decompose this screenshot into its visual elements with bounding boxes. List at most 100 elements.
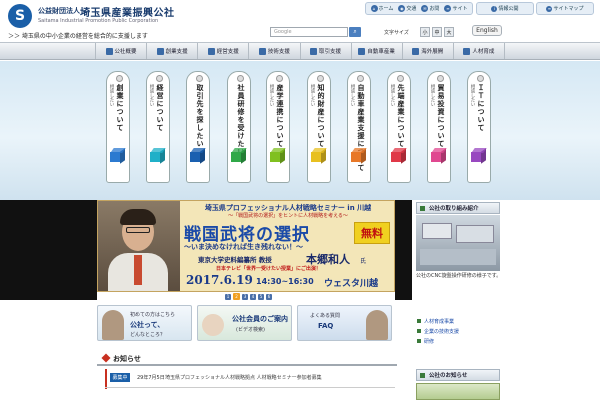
faq-banner[interactable]: よくある質問 FAQ bbox=[297, 305, 392, 341]
nav-item-global[interactable]: 海外展開 bbox=[403, 43, 454, 59]
handshake-image bbox=[198, 310, 228, 340]
consult-box-icon[interactable] bbox=[110, 148, 126, 164]
nav-item-automotive[interactable]: 自動車産業 bbox=[352, 43, 403, 59]
consult-box-icon[interactable] bbox=[270, 148, 286, 164]
font-size-large-button[interactable]: 大 bbox=[444, 27, 454, 37]
first-visit-sub: どんなところ？ bbox=[130, 332, 166, 338]
quick-link-home[interactable]: ⌂ ホーム bbox=[370, 5, 393, 12]
carousel-dots: 123456 bbox=[225, 293, 272, 300]
nav-item-training[interactable]: 人材育成 bbox=[454, 43, 505, 59]
consult-tag-label: 社員研修を受けたい bbox=[237, 84, 245, 156]
sidebar-link-tech[interactable]: 企業の技術支援 bbox=[417, 328, 504, 335]
font-size-small-button[interactable]: 小 bbox=[420, 27, 430, 37]
header-right-links: i 情報公開 ≡ サイトマップ bbox=[476, 2, 594, 15]
consult-tag-sub: 相談したい bbox=[109, 84, 114, 107]
sidebar-link-training[interactable]: 人材育成事業 bbox=[417, 318, 504, 325]
info-icon: i bbox=[491, 5, 498, 12]
font-size-medium-button[interactable]: 中 bbox=[432, 27, 442, 37]
consult-tag-8[interactable]: 先端産業について 相談したい bbox=[387, 71, 411, 183]
nav-item-trade[interactable]: 取引支援 bbox=[301, 43, 352, 59]
consult-tag-sub: 相談したい bbox=[310, 84, 315, 107]
consult-tag-2[interactable]: 経営について 相談したい bbox=[146, 71, 170, 183]
sitemap-link[interactable]: ≡ サイトマップ bbox=[536, 2, 594, 15]
consult-tag-5[interactable]: 産学連携について 相談したい bbox=[266, 71, 290, 183]
company-icon bbox=[105, 47, 113, 55]
map-icon: ◉ bbox=[398, 5, 406, 12]
banner-catchphrase: ～いま決めなければ生き残れない！～ bbox=[184, 243, 303, 251]
consult-tag-label: 貿易投資について bbox=[437, 84, 445, 148]
membership-banner[interactable]: 公社会員のご案内 (ビデオ検索) bbox=[197, 305, 292, 341]
carousel-dot-1[interactable]: 1 bbox=[225, 293, 231, 300]
staff-photo bbox=[102, 310, 124, 340]
business-icon bbox=[207, 47, 215, 55]
car-icon bbox=[358, 47, 366, 55]
quick-link-sitemap[interactable]: ≡ サイト bbox=[444, 5, 467, 12]
consult-tag-label: 産学連携について bbox=[276, 84, 284, 148]
nav-item-management[interactable]: 経営支援 bbox=[198, 43, 250, 59]
consult-tag-label: 取引先を探したい bbox=[196, 84, 204, 148]
sidebar-link-seminar[interactable]: 研修 bbox=[417, 338, 504, 345]
site-header: S 公益財団法人 埼玉県産業振興公社 Saitama Industrial Pr… bbox=[0, 0, 600, 42]
consult-tag-1[interactable]: 創業について 相談したい bbox=[106, 71, 130, 183]
first-visit-lead: 初めての方はこちら bbox=[130, 312, 176, 318]
consult-box-icon[interactable] bbox=[231, 148, 247, 164]
consult-box-icon[interactable] bbox=[311, 148, 327, 164]
consult-tag-sub: 相談したい bbox=[390, 84, 395, 107]
consult-box-icon[interactable] bbox=[471, 148, 487, 164]
search-icon: ⌕ bbox=[353, 28, 357, 35]
page: S 公益財団法人 埼玉県産業振興公社 Saitama Industrial Pr… bbox=[0, 0, 600, 400]
org-name[interactable]: 埼玉県産業振興公社 bbox=[80, 4, 175, 19]
nav-item-technology[interactable]: 技術支援 bbox=[249, 43, 301, 59]
quick-links: ⌂ ホーム ◉ 交通 ✉ お問 ≡ サイト bbox=[365, 2, 473, 15]
speaker-photo bbox=[98, 201, 180, 291]
consult-tag-label: 創業について bbox=[116, 84, 124, 132]
banner-subtitle: ～「戦国武将の選択」をヒントに人材戦略を考える～ bbox=[228, 213, 348, 219]
news-link[interactable]: 埼玉県プロフェッショナル人材戦略拠点 人材戦略セミナー参加者募集 bbox=[165, 374, 322, 381]
consult-tag-sub: 相談したい bbox=[269, 84, 274, 107]
training-photo[interactable] bbox=[416, 215, 500, 271]
consult-tag-9[interactable]: 貿易投資について 相談したい bbox=[427, 71, 451, 183]
consult-tag-sub: 相談したい bbox=[470, 84, 475, 107]
sidebar-thumbnail[interactable] bbox=[416, 383, 500, 400]
search-input[interactable]: Google bbox=[270, 27, 348, 37]
consult-tag-label: 経営について bbox=[156, 84, 164, 132]
carousel-dot-6[interactable]: 6 bbox=[266, 293, 272, 300]
carousel-dot-3[interactable]: 3 bbox=[242, 293, 248, 300]
consult-tag-7[interactable]: 自動車産業支援について 相談したい bbox=[347, 71, 371, 183]
info-disclosure-link[interactable]: i 情報公開 bbox=[476, 2, 534, 15]
consult-box-icon[interactable] bbox=[431, 148, 447, 164]
carousel-dot-2[interactable]: 2 bbox=[233, 293, 240, 300]
consult-tag-sub: 相談したい bbox=[350, 84, 355, 107]
consult-tag-3[interactable]: 取引先を探したい bbox=[186, 71, 210, 183]
consult-tag-10[interactable]: ＩＴについて 相談したい bbox=[467, 71, 491, 183]
search-button[interactable]: ⌕ bbox=[349, 27, 361, 37]
quick-link-access[interactable]: ◉ 交通 bbox=[398, 5, 416, 12]
consult-tag-4[interactable]: 社員研修を受けたい bbox=[227, 71, 251, 183]
free-badge: 無料 bbox=[354, 222, 390, 244]
mail-icon: ✉ bbox=[421, 5, 429, 12]
consult-box-icon[interactable] bbox=[391, 148, 407, 164]
logo-icon[interactable]: S bbox=[8, 4, 32, 28]
carousel-dot-5[interactable]: 5 bbox=[258, 293, 264, 300]
consult-tag-label: 先端産業について bbox=[397, 84, 405, 148]
carousel-dot-4[interactable]: 4 bbox=[250, 293, 256, 300]
first-visit-banner[interactable]: 初めての方はこちら 公社って、 どんなところ？ bbox=[97, 305, 192, 341]
news-item[interactable]: 募集中 29年7月5日 埼玉県プロフェッショナル人材戦略拠点 人材戦略セミナー参… bbox=[97, 372, 397, 384]
consult-tag-6[interactable]: 知的財産について 相談したい bbox=[307, 71, 331, 183]
global-nav: 公社概要 創業支援 経営支援 技術支援 取引支援 自動車産業 海外展開 人材育成 bbox=[0, 42, 600, 60]
global-icon bbox=[412, 47, 420, 55]
news-date: 29年7月5日 bbox=[137, 375, 165, 381]
nav-item-startup[interactable]: 創業支援 bbox=[147, 43, 199, 59]
seminar-banner[interactable]: 埼玉県プロフェッショナル人材戦略セミナー in 川越 ～「戦国武将の選択」をヒン… bbox=[97, 200, 395, 292]
first-visit-title: 公社って、 bbox=[130, 321, 165, 329]
consult-box-icon[interactable] bbox=[351, 148, 367, 164]
org-english-name: Saitama Industrial Promotion Public Corp… bbox=[38, 18, 159, 24]
quick-link-contact[interactable]: ✉ お問 bbox=[421, 5, 439, 12]
consult-box-icon[interactable] bbox=[150, 148, 166, 164]
sitemap-icon: ≡ bbox=[546, 5, 553, 12]
training-caption: 公社のCNC旋盤操作研修の様子です。 bbox=[416, 273, 502, 279]
english-button[interactable]: English bbox=[472, 25, 502, 36]
nav-item-about[interactable]: 公社概要 bbox=[95, 43, 148, 59]
consult-box-icon[interactable] bbox=[190, 148, 206, 164]
diamond-icon bbox=[101, 353, 111, 363]
